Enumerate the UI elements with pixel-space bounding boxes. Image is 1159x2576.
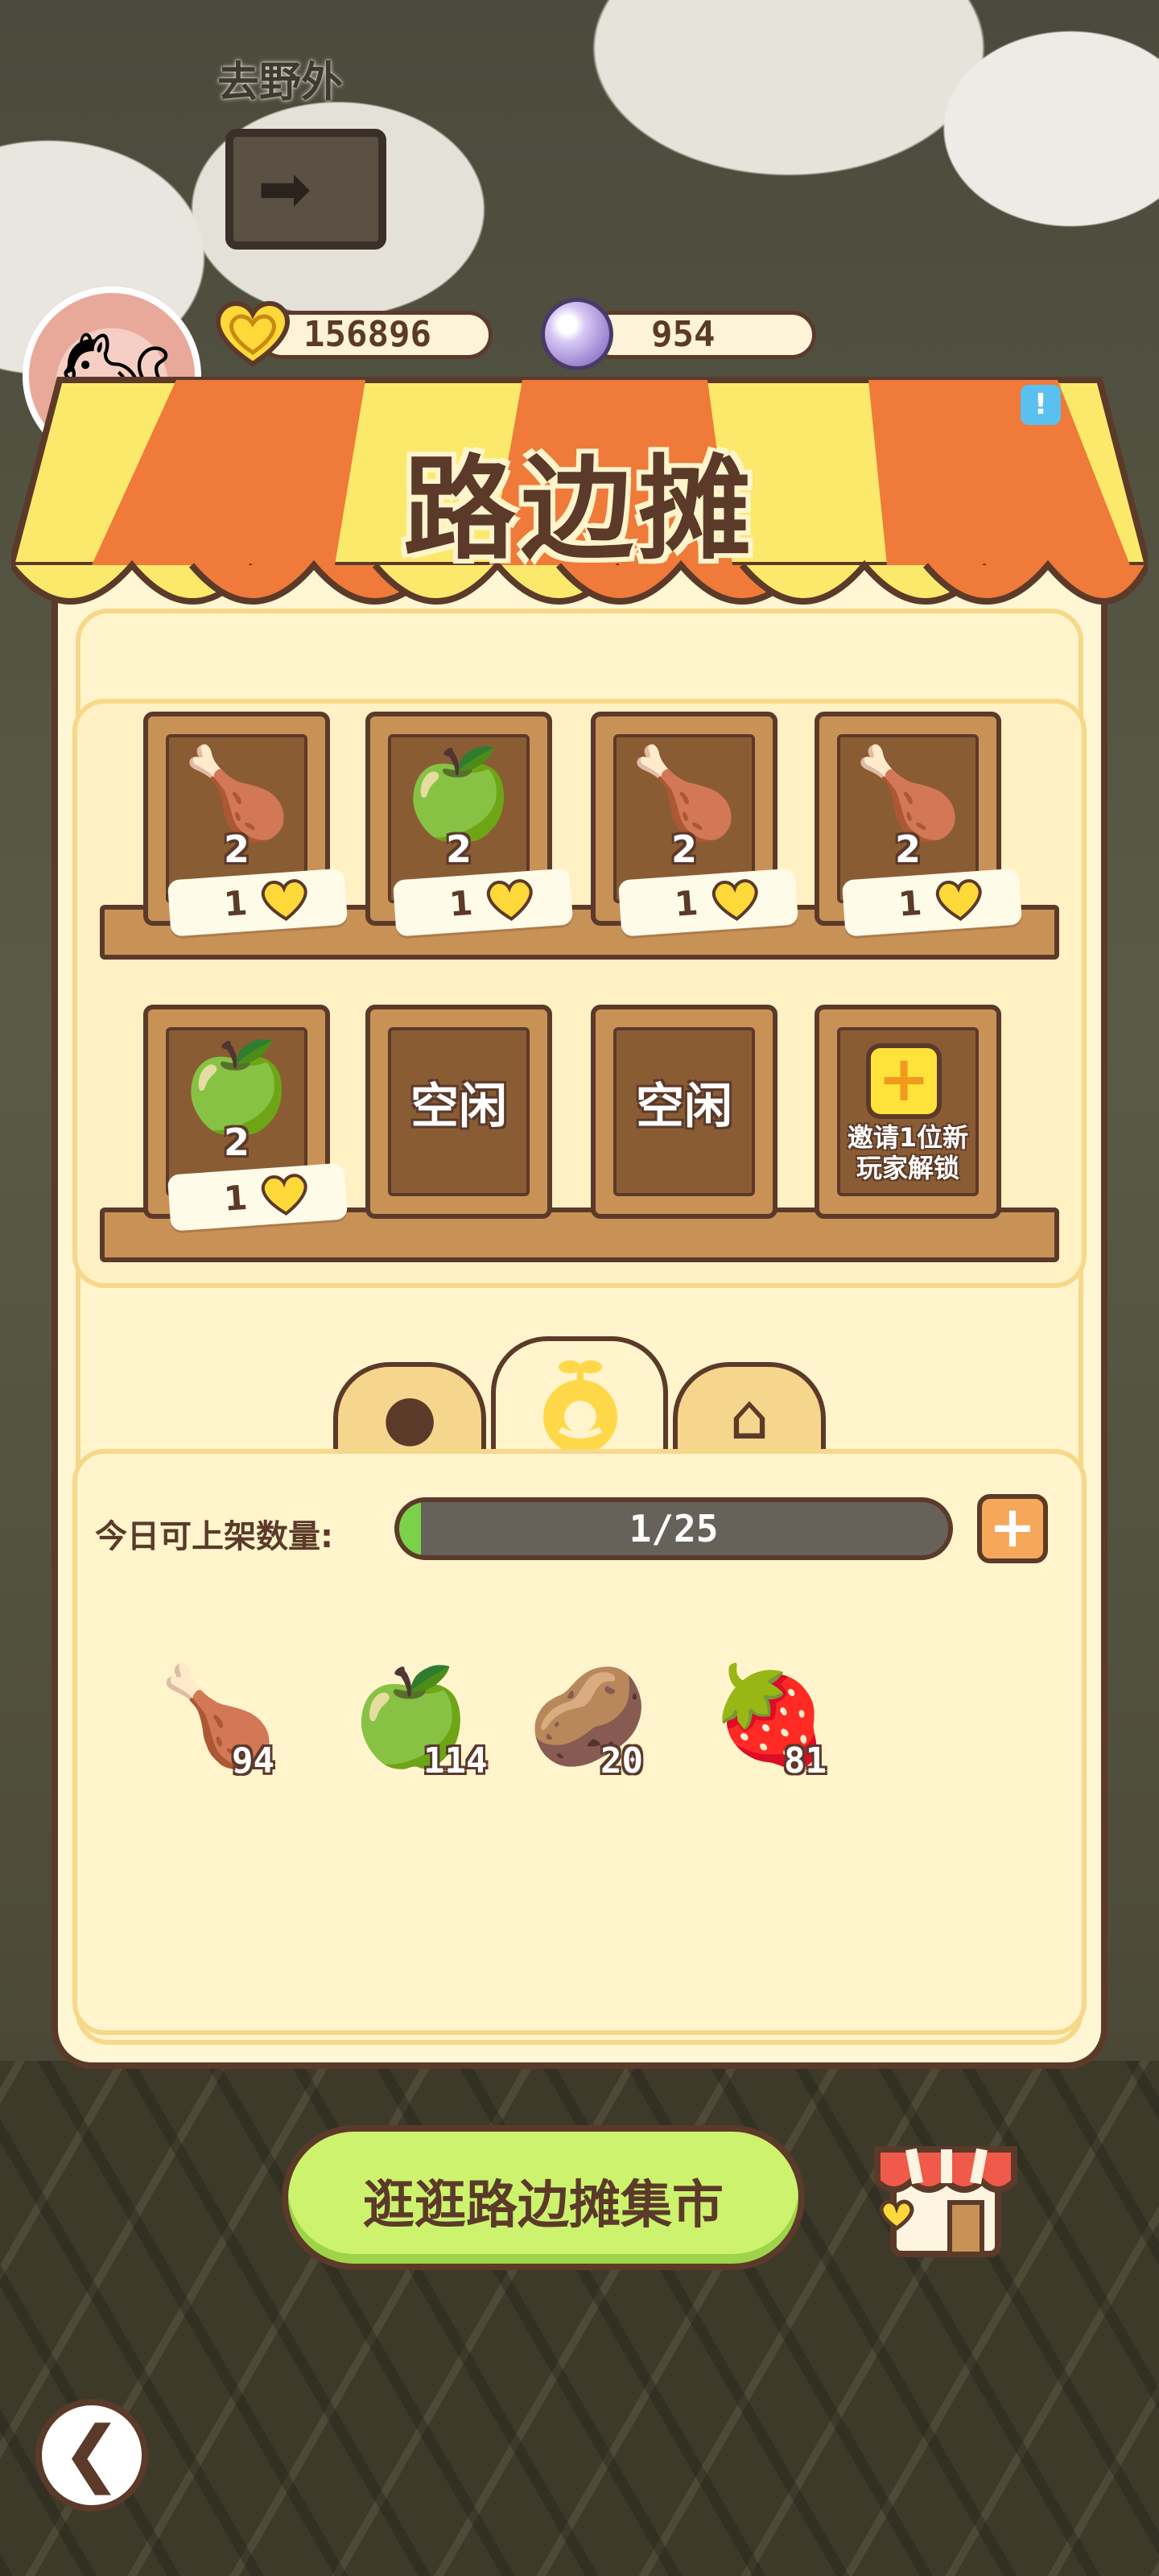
house-icon: ⌂ — [729, 1381, 769, 1454]
plus-icon[interactable]: + — [866, 1043, 942, 1119]
inventory-item[interactable]: 🥔 20 — [528, 1665, 689, 1794]
tomato-icon: ● — [382, 1381, 438, 1454]
gems-counter: 954 — [588, 311, 816, 359]
green-apple-icon: 🍏 — [181, 1034, 292, 1137]
slot-count: 2 — [223, 1121, 250, 1164]
heart-coin-icon — [261, 879, 307, 921]
chicken-leg-icon: 🍗 — [629, 741, 740, 844]
pearl-gem-icon — [541, 298, 613, 370]
price-value: 1 — [448, 882, 474, 924]
price-value: 1 — [222, 882, 249, 924]
sprout-bowl-icon — [543, 1360, 617, 1454]
visit-market-label: 逛逛路边摊集市 — [363, 2176, 724, 2235]
go-wild-sign[interactable]: ➡ — [225, 129, 386, 250]
stall-slot-6[interactable]: 空闲 — [365, 1005, 552, 1219]
chicken-leg-icon: 🍗 — [181, 741, 292, 844]
inventory-item[interactable]: 🍏 114 — [351, 1665, 512, 1794]
item-count: 81 — [784, 1740, 827, 1781]
info-icon[interactable]: ! — [1021, 385, 1061, 425]
item-count: 20 — [600, 1740, 643, 1781]
slot-count: 2 — [670, 828, 697, 871]
chicken-leg-icon: 🍗 — [852, 741, 963, 844]
stall-slot-locked[interactable]: + 邀请1位新 玩家解锁 — [815, 1005, 1001, 1219]
tab-produce[interactable]: ● — [333, 1362, 486, 1459]
hearts-value: 156896 — [303, 314, 431, 355]
tab-storage[interactable]: ⌂ — [673, 1362, 826, 1459]
green-apple-icon: 🍏 — [403, 741, 514, 844]
daily-quota-label: 今日可上架数量: — [95, 1518, 333, 1555]
arrow-right-icon: ➡ — [258, 151, 312, 226]
slot-count: 2 — [445, 828, 472, 871]
back-arrow-icon: ❮ — [61, 2411, 122, 2496]
heart-coin-icon — [486, 879, 533, 921]
price-value: 1 — [222, 1177, 249, 1219]
price-value: 1 — [897, 882, 923, 924]
visit-market-button[interactable]: 逛逛路边摊集市 — [282, 2125, 805, 2270]
item-count: 114 — [423, 1740, 488, 1781]
market-shop-icon[interactable] — [869, 2133, 1022, 2262]
back-button[interactable]: ❮ — [35, 2399, 148, 2512]
daily-quota-progress: 1/25 — [394, 1497, 953, 1560]
add-quota-button[interactable]: + — [977, 1494, 1048, 1563]
quota-value: 1/25 — [629, 1507, 719, 1550]
price-value: 1 — [673, 882, 699, 924]
tab-cooked[interactable] — [491, 1336, 668, 1462]
stall-slot-7[interactable]: 空闲 — [591, 1005, 777, 1219]
stall-title: 路边摊 — [402, 444, 756, 576]
heart-coin-icon — [935, 879, 982, 921]
heart-coin-icon — [711, 879, 758, 921]
slot-idle-label: 空闲 — [636, 1079, 732, 1135]
inventory-item[interactable]: 🍓 81 — [710, 1665, 871, 1794]
slot-count: 2 — [223, 828, 250, 871]
gems-value: 954 — [651, 314, 716, 355]
slot-count: 2 — [894, 828, 921, 871]
invite-unlock-label: 邀请1位新 玩家解锁 — [847, 1122, 969, 1183]
item-count: 94 — [232, 1740, 274, 1781]
go-wild-label[interactable]: 去野外 — [217, 48, 343, 109]
inventory-item[interactable]: 🍗 94 — [158, 1665, 319, 1794]
heart-coin-icon — [261, 1174, 307, 1216]
slot-idle-label: 空闲 — [410, 1079, 507, 1135]
heart-coin-icon — [216, 301, 290, 367]
